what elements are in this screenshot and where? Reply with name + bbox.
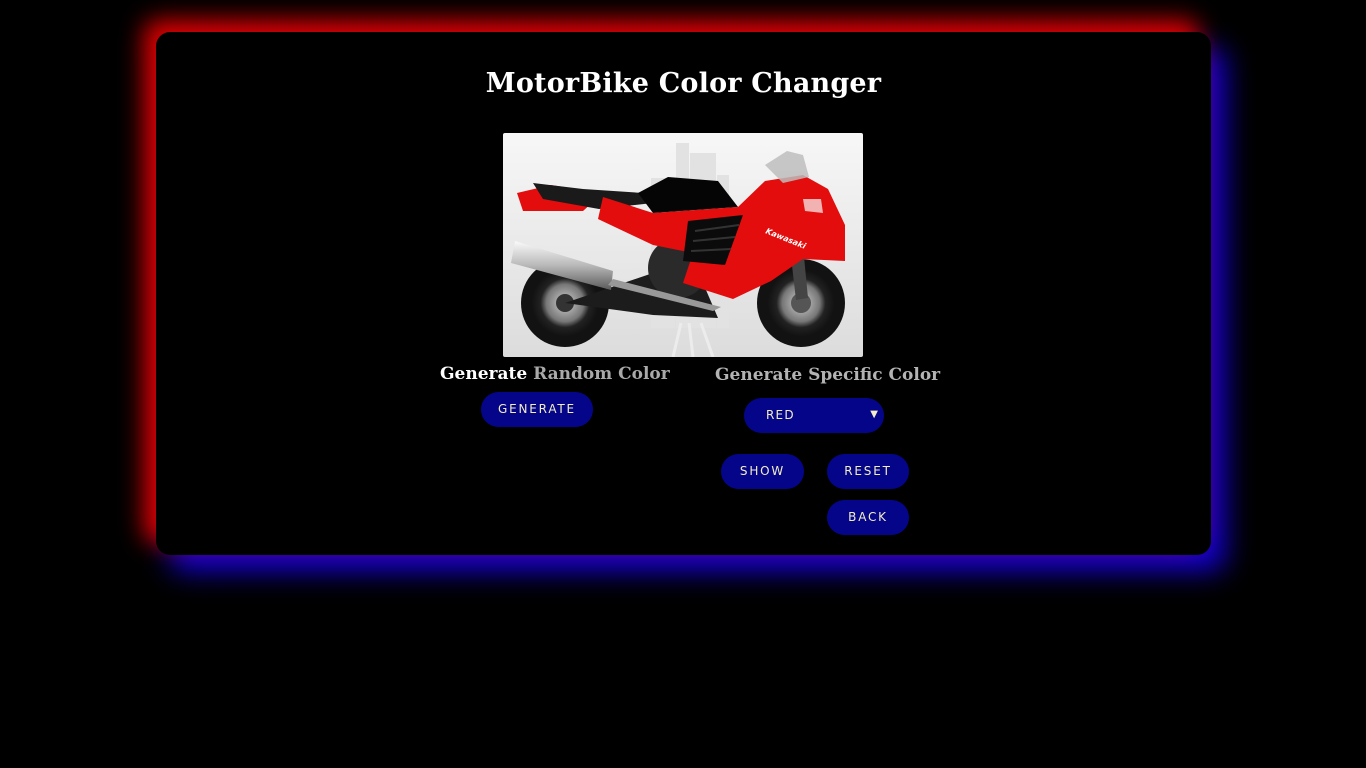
random-color-label: Generate Random Color <box>440 364 670 384</box>
main-card: MotorBike Color Changer Kawasaki Generat… <box>156 32 1211 555</box>
show-button[interactable]: SHOW <box>721 454 804 489</box>
color-select[interactable]: RED ▼ <box>744 398 884 433</box>
random-color-label-first: Generate <box>440 364 528 384</box>
chevron-down-icon: ▼ <box>870 409 878 420</box>
motorbike-image: Kawasaki <box>503 133 863 357</box>
page-title: MotorBike Color Changer <box>485 68 882 99</box>
back-button[interactable]: BACK <box>827 500 909 535</box>
reset-button[interactable]: RESET <box>827 454 909 489</box>
color-select-value: RED <box>766 408 795 422</box>
random-color-label-rest: Random Color <box>527 364 670 384</box>
generate-button[interactable]: GENERATE <box>481 392 593 427</box>
specific-color-label: Generate Specific Color <box>715 365 941 385</box>
